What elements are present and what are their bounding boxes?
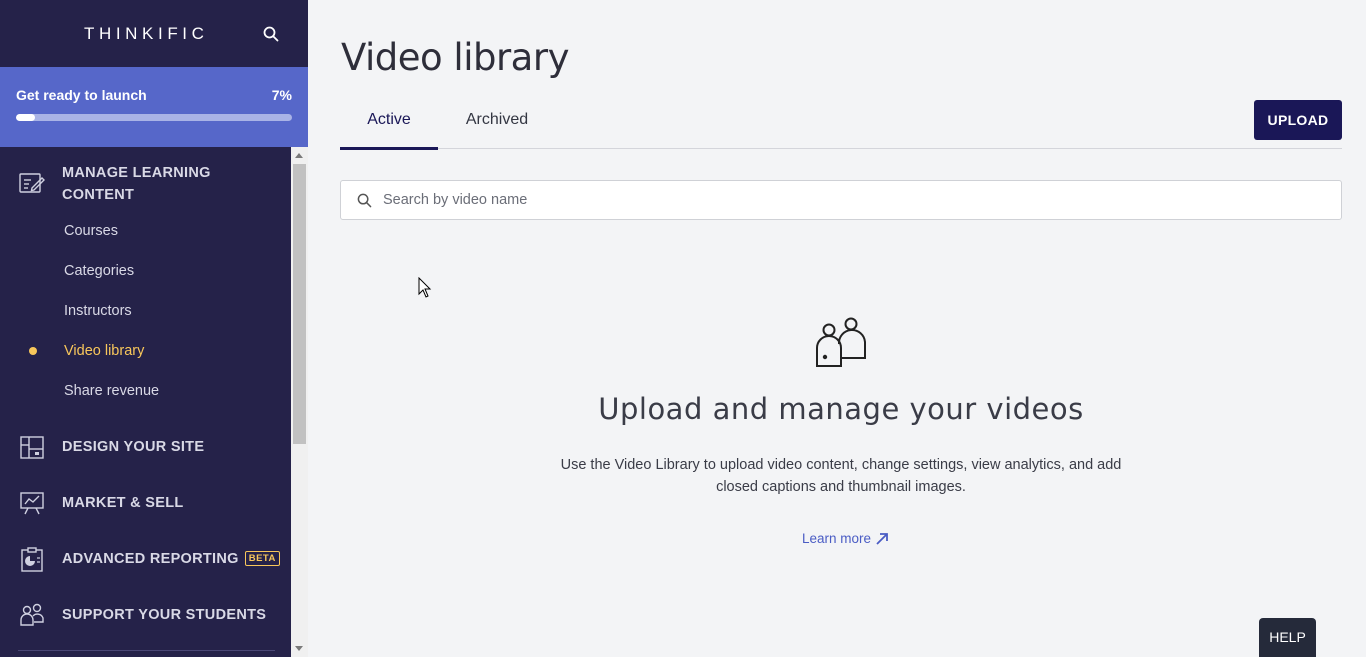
nav-label-text: ADVANCED REPORTING [62,551,239,567]
clipboard-report-icon [21,547,43,572]
video-search-input[interactable] [381,182,1325,218]
layout-icon [20,436,44,459]
nav-label-line2: CONTENT [62,187,135,203]
nav-section-label: MARKET & SELL [62,495,184,511]
nav-section-market-sell[interactable]: MARKET & SELL [0,487,291,519]
sidebar: THINKIFIC Get ready to launch 7% MANAGE … [0,0,308,657]
page-title: Video library [341,36,569,79]
nav-section-manage-learning[interactable]: MANAGE LEARNING CONTENT [0,161,291,221]
nav-section-support-students[interactable]: SUPPORT YOUR STUDENTS [0,599,291,631]
tab-archived[interactable]: Archived [450,100,544,147]
learn-more-link[interactable]: Learn more [802,531,889,546]
empty-state-description: Use the Video Library to upload video co… [560,457,1122,495]
nav-section-design-site[interactable]: DESIGN YOUR SITE [0,431,291,463]
sidebar-header: THINKIFIC [0,0,308,67]
mouse-cursor-icon [418,277,432,298]
empty-state-title: Upload and manage your videos [598,392,1084,426]
nav-section-label: SUPPORT YOUR STUDENTS [62,607,267,623]
sidebar-item-categories[interactable]: Categories [64,263,134,279]
scroll-down-arrow-icon[interactable] [295,646,303,651]
launch-progress-fill [16,114,36,121]
scroll-thumb[interactable] [293,164,306,444]
search-box [340,180,1342,220]
students-icon [20,603,44,626]
upload-button[interactable]: UPLOAD [1254,100,1342,140]
sidebar-item-share-revenue[interactable]: Share revenue [64,383,159,399]
nav-label-line1: MANAGE LEARNING [62,165,211,181]
external-arrow-icon [876,533,888,545]
users-presentation-icon [816,317,866,367]
edit-content-icon [19,173,45,193]
sidebar-nav: MANAGE LEARNING CONTENT Courses Categori… [0,147,291,657]
search-icon [357,193,372,208]
sidebar-item-instructors[interactable]: Instructors [64,303,132,319]
scroll-up-arrow-icon[interactable] [295,153,303,158]
launch-checklist[interactable]: Get ready to launch 7% [0,67,308,147]
nav-section-label: ADVANCED REPORTING BETA [62,548,280,570]
search-icon[interactable] [263,26,279,42]
nav-section-label: MANAGE LEARNING CONTENT [62,162,211,206]
nav-section-label: DESIGN YOUR SITE [62,439,205,455]
sidebar-item-video-library[interactable]: Video library [64,343,144,359]
presentation-chart-icon [20,492,44,515]
sidebar-scrollbar[interactable] [291,147,308,657]
tab-bar: Active Archived [340,100,1342,150]
nav-section-advanced-reporting[interactable]: ADVANCED REPORTING BETA [0,543,291,575]
launch-percent: 7% [271,87,292,103]
learn-more-label: Learn more [802,531,872,546]
active-indicator-dot [29,347,37,355]
nav-divider [18,650,275,651]
brand-logo[interactable]: THINKIFIC [84,24,209,44]
beta-badge: BETA [244,551,280,566]
sidebar-item-courses[interactable]: Courses [64,223,118,239]
help-button[interactable]: HELP [1259,618,1316,657]
launch-title: Get ready to launch [16,87,147,103]
tab-active[interactable]: Active [340,100,438,150]
launch-progress-bar [16,114,292,121]
